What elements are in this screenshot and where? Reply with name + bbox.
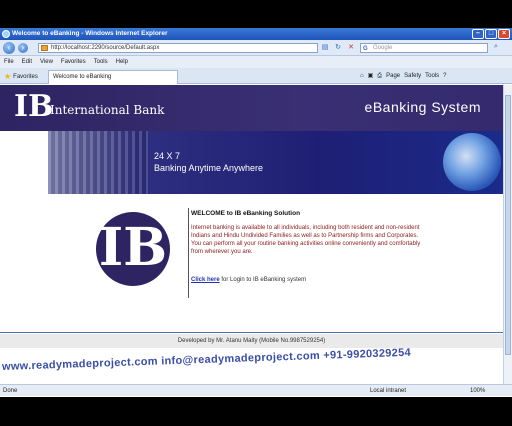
window-title: Welcome to eBanking - Windows Internet E… [12,30,168,37]
divider [188,208,189,298]
search-icon[interactable]: ⌕ [490,43,502,53]
minimize-button[interactable]: – [472,29,484,39]
address-input[interactable]: http://localhost:2290/source/Default.asp… [38,43,318,53]
footer-divider [0,332,503,333]
print-icon[interactable]: ⎙ [377,71,382,81]
hero-line1: 24 X 7 [154,151,181,161]
menu-help[interactable]: Help [116,56,128,68]
stop-icon[interactable]: ✕ [346,43,356,53]
favorites-button[interactable]: ★ Favorites [4,72,38,81]
welcome-title: WELCOME to IB eBanking Solution [191,210,301,217]
favorites-label: Favorites [13,73,38,80]
zoom-level[interactable]: 100% [470,385,485,397]
large-bank-logo: IB [96,212,170,286]
address-url: http://localhost:2290/source/Default.asp… [51,45,160,51]
security-zone: Local intranet [370,388,407,394]
feeds-icon[interactable]: ▣ [368,71,374,81]
login-suffix: for Login to IB eBanking system [219,277,307,283]
tab-title: Welcome to eBanking [53,74,112,80]
home-icon[interactable]: ⌂ [360,71,364,81]
refresh-icon[interactable]: ↻ [333,43,343,53]
menu-bar: File Edit View Favorites Tools Help [0,56,512,68]
back-button[interactable]: ‹ [3,42,15,54]
address-toolbar: ‹ › http://localhost:2290/source/Default… [0,40,512,56]
scrollbar-thumb[interactable] [505,95,511,355]
close-button[interactable]: × [498,29,510,39]
page-icon [41,45,48,51]
safety-menu[interactable]: Safety [404,71,421,81]
maximize-button[interactable]: □ [485,29,497,39]
bank-logo: IB [14,89,54,124]
login-line: Click here for Login to IB eBanking syst… [191,277,306,283]
compatibility-icon[interactable]: ▤ [320,43,330,53]
tab-bar: ★ Favorites Welcome to eBanking ⌂ ▣ ⎙ Pa… [0,68,512,84]
help-icon[interactable]: ? [443,71,446,81]
window-titlebar: Welcome to eBanking - Windows Internet E… [0,28,512,40]
menu-view[interactable]: View [40,56,53,68]
forward-button[interactable]: › [18,43,28,53]
search-input[interactable]: G Google [360,43,488,53]
hero-stripes [48,131,148,194]
globe-image [443,133,501,191]
menu-edit[interactable]: Edit [22,56,32,68]
vertical-scrollbar[interactable] [503,85,512,384]
login-link[interactable]: Click here [191,277,220,283]
bank-name: International Bank [50,103,165,117]
tab-active[interactable]: Welcome to eBanking [48,70,178,84]
intro-paragraph: Internet banking is available to all ind… [191,225,421,255]
page-menu[interactable]: Page [386,71,400,81]
status-text: Done [3,388,18,394]
star-icon: ★ [4,72,12,81]
system-name: eBanking System [364,99,481,115]
search-placeholder: Google [373,45,393,51]
menu-favorites[interactable]: Favorites [61,56,86,68]
site-header-banner: IB International Bank eBanking System [0,85,503,131]
hero-line2: Banking Anytime Anywhere [154,163,264,173]
menu-tools[interactable]: Tools [94,56,108,68]
ie-icon [2,30,10,38]
menu-file[interactable]: File [4,56,14,68]
page-footer: Developed by Mr. Atanu Maity (Mobile No.… [0,334,503,348]
status-bar: Done Local intranet 100% [0,384,512,396]
hero-banner: 24 X 7 Banking Anytime Anywhere [48,131,503,194]
google-icon: G [363,46,368,52]
tools-menu[interactable]: Tools [425,71,439,81]
main-content: IB WELCOME to IB eBanking Solution Inter… [0,194,503,334]
